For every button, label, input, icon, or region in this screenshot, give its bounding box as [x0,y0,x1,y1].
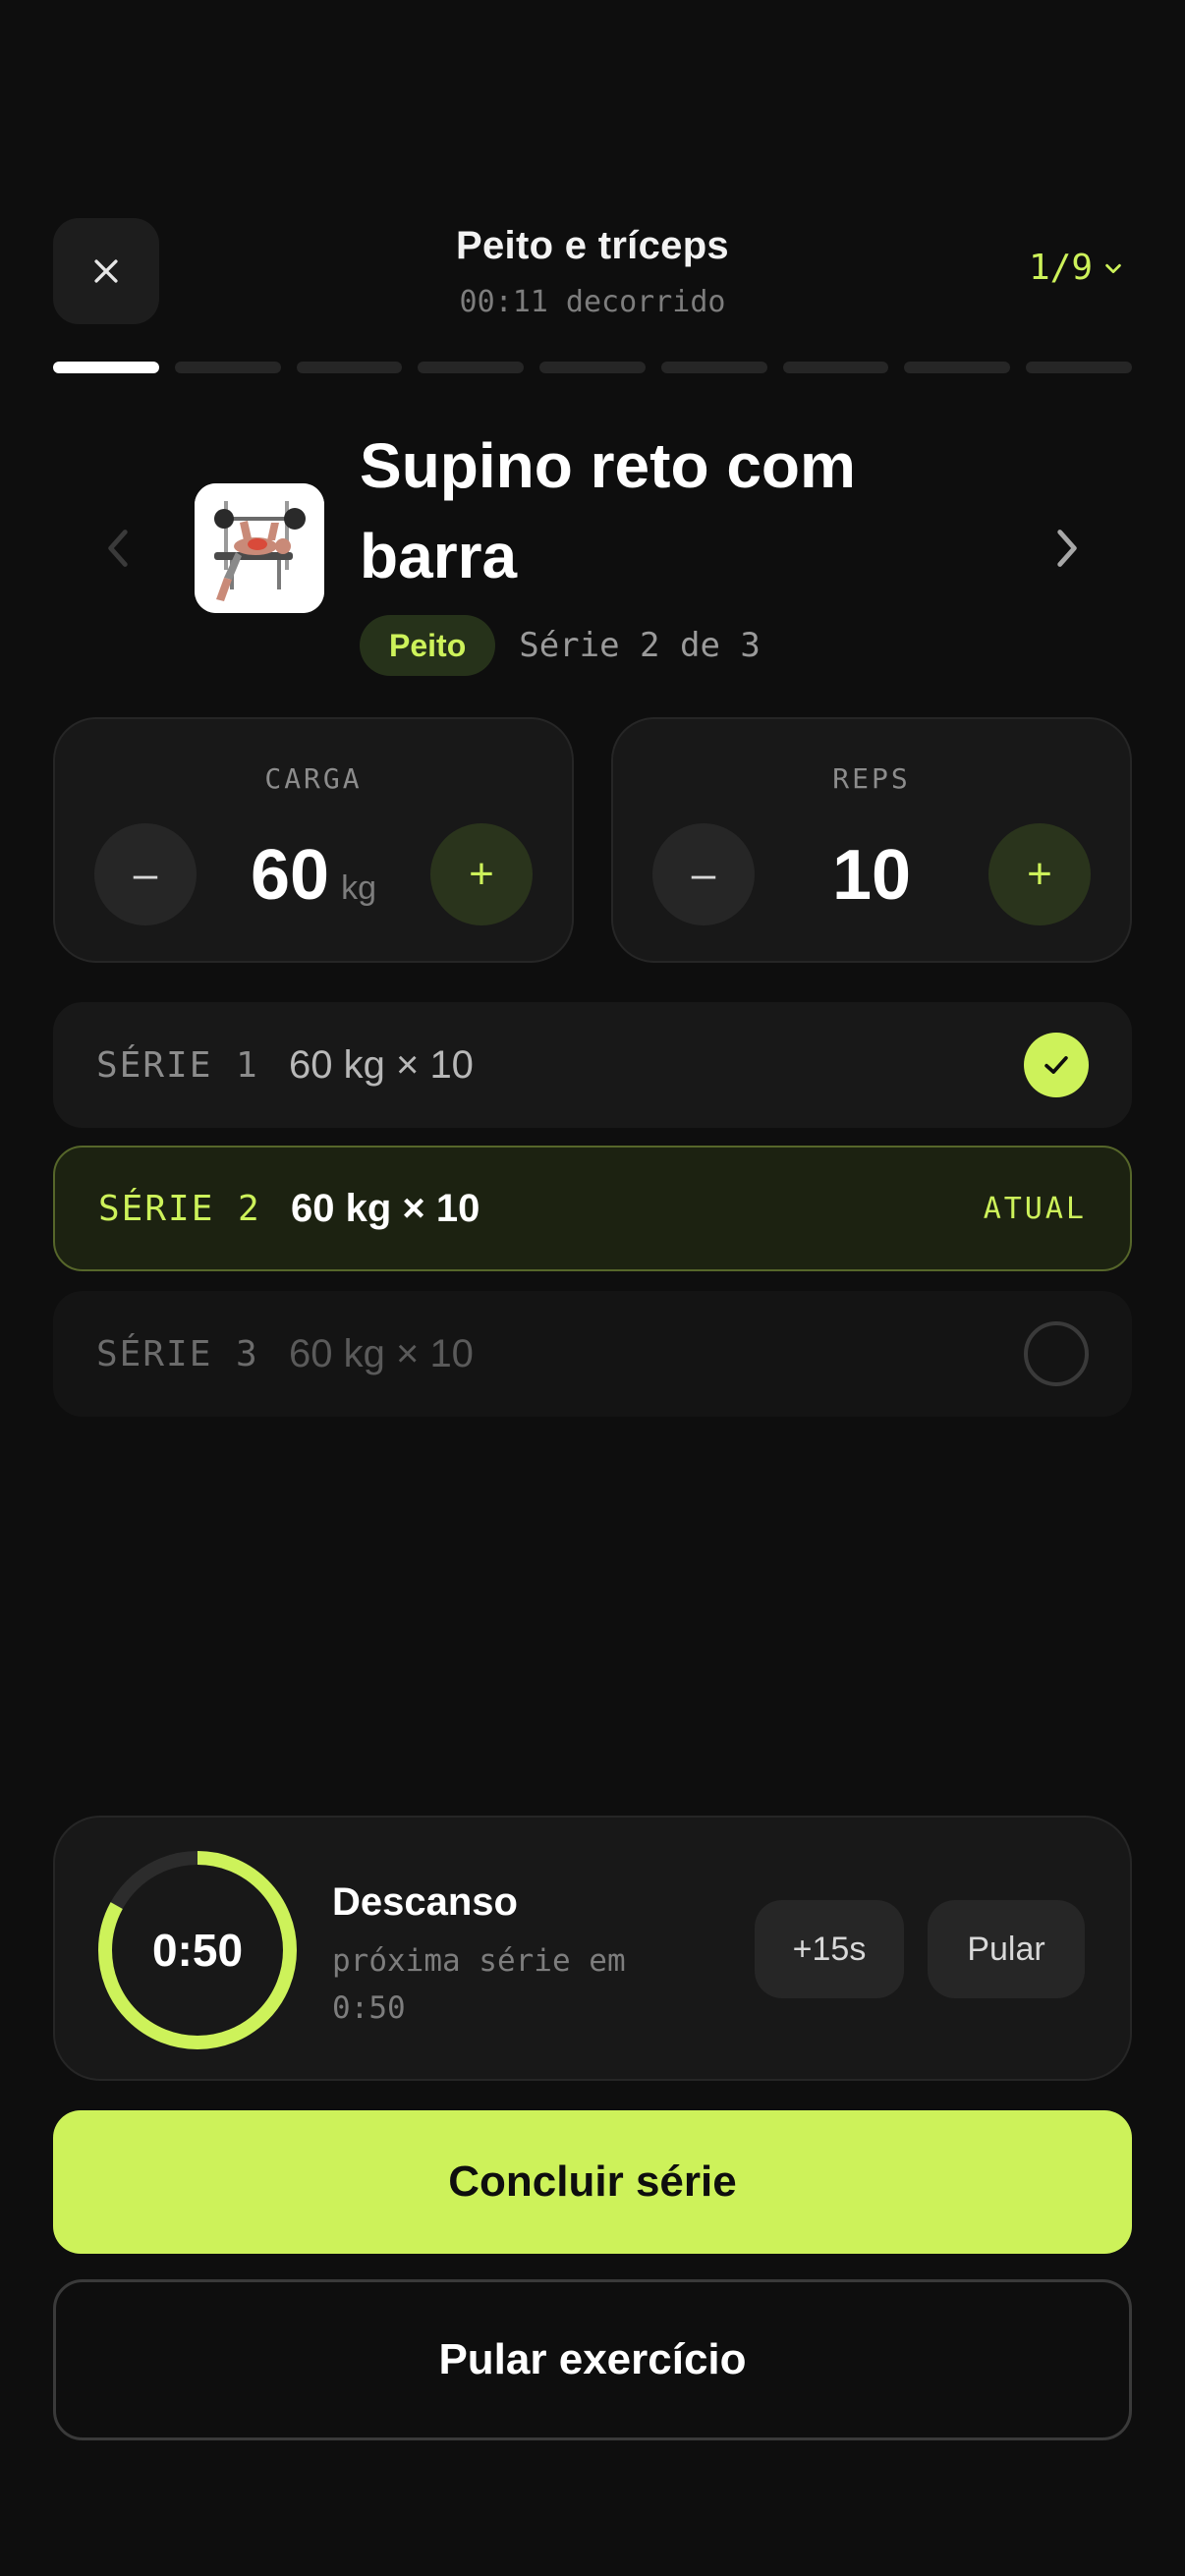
add-15s-button[interactable]: +15s [755,1900,904,1998]
workout-screen: Peito e tríceps 00:11 decorrido 1/9 Supi… [0,0,1185,2576]
set-name: SÉRIE 2 [98,1188,261,1229]
load-label: CARGA [264,762,363,795]
progress-segment [1026,362,1133,373]
set-name: SÉRIE 3 [96,1333,259,1374]
set-row-3[interactable]: SÉRIE 3 60 kg × 10 [53,1291,1132,1417]
rest-title: Descanso [332,1880,518,1924]
progress-segment [539,362,646,373]
progress-segment [660,362,767,373]
rest-time: 0:50 [151,1925,244,1976]
exercise-counter-label: 1/9 [1028,248,1093,288]
exercise-name: Supino reto com barra [360,430,856,591]
set-detail: 60 kg × 10 [289,1331,474,1375]
progress-segment [53,362,159,373]
skip-rest-button[interactable]: Pular [928,1900,1085,1998]
check-icon [1044,1056,1068,1074]
set-pending-indicator [1024,1321,1089,1386]
exercise-counter[interactable]: 1/9 [1029,248,1124,288]
set-progress: Série 2 de 3 [519,626,761,665]
progress-segment [418,362,525,373]
current-set-badge: ATUAL [983,1191,1087,1226]
reps-stepper: REPS – 10 + [611,717,1132,963]
load-stepper: CARGA – 60 kg + [53,717,574,963]
progress-segment [174,362,281,373]
chevron-right-icon [1057,530,1077,567]
skip-exercise-button[interactable]: Pular exercício [53,2279,1132,2440]
elapsed-time: 00:11 decorrido [459,285,726,319]
load-unit: kg [341,869,376,907]
muscle-tag: Peito [360,615,496,676]
exercise-image [195,483,324,613]
progress-segment [904,362,1011,373]
load-increase-button[interactable]: + [430,823,533,925]
rest-timer-card: 0:50 Descanso próxima série em 0:50 +15s… [53,1816,1132,2081]
exercise-progress [53,362,1133,373]
load-number: 60 [250,836,330,915]
set-name: SÉRIE 1 [96,1044,259,1086]
set-row-1[interactable]: SÉRIE 1 60 kg × 10 [53,1002,1132,1128]
set-detail: 60 kg × 10 [291,1186,480,1230]
complete-set-button[interactable]: Concluir série [53,2110,1132,2254]
reps-label: REPS [832,762,911,795]
progress-segment [296,362,403,373]
chevron-left-icon [108,530,128,567]
workout-title: Peito e tríceps [456,224,729,267]
chevron-down-icon [1105,263,1121,273]
exercise-meta: Peito Série 2 de 3 [360,615,761,676]
rest-subtitle: próxima série em 0:50 [332,1943,626,2026]
next-exercise-button[interactable] [1044,521,1091,576]
set-completed-indicator [1024,1033,1089,1097]
bench-press-illustration [195,483,324,613]
set-row-2[interactable]: SÉRIE 2 60 kg × 10 ATUAL [53,1146,1132,1271]
set-detail: 60 kg × 10 [289,1042,474,1087]
previous-exercise-button[interactable] [94,521,141,576]
progress-segment [782,362,889,373]
reps-increase-button[interactable]: + [988,823,1091,925]
